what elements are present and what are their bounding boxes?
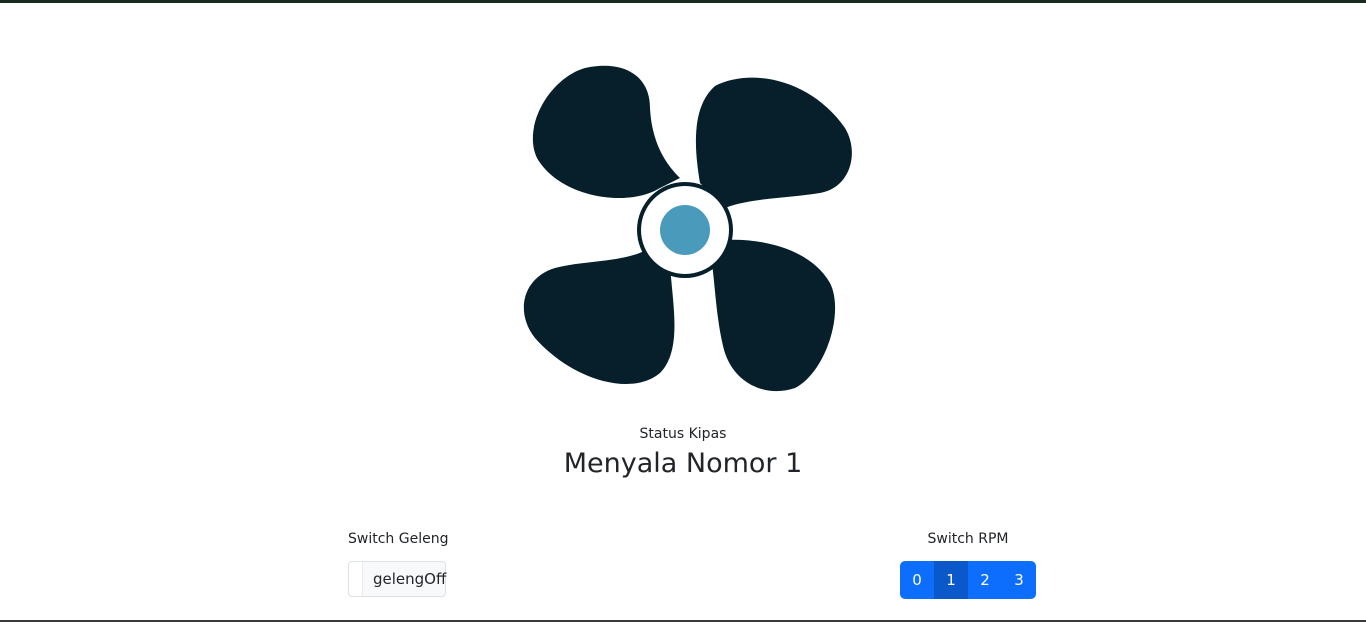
- geleng-toggle-text: gelengOff: [373, 570, 447, 588]
- rpm-button-group: 0 1 2 3: [900, 561, 1036, 599]
- rpm-button-1[interactable]: 1: [934, 561, 968, 599]
- toggle-checkbox[interactable]: [349, 562, 363, 596]
- geleng-toggle-button[interactable]: gelengOff: [348, 561, 446, 597]
- fan-control-page: Status Kipas Menyala Nomor 1 Switch Gele…: [0, 0, 1366, 622]
- rpm-label: Switch RPM: [927, 531, 1009, 547]
- rpm-button-0[interactable]: 0: [900, 561, 934, 599]
- rpm-switch-group: Switch RPM 0 1 2 3: [900, 530, 1036, 599]
- geleng-label: Switch Geleng: [348, 531, 449, 547]
- rpm-button-3[interactable]: 3: [1002, 561, 1036, 599]
- rpm-button-2[interactable]: 2: [968, 561, 1002, 599]
- fan-icon: [510, 58, 860, 403]
- status-value: Menyala Nomor 1: [563, 448, 803, 479]
- top-border: [0, 0, 1366, 3]
- geleng-switch-group: Switch Geleng gelengOff: [348, 530, 449, 597]
- status-label: Status Kipas: [639, 426, 727, 442]
